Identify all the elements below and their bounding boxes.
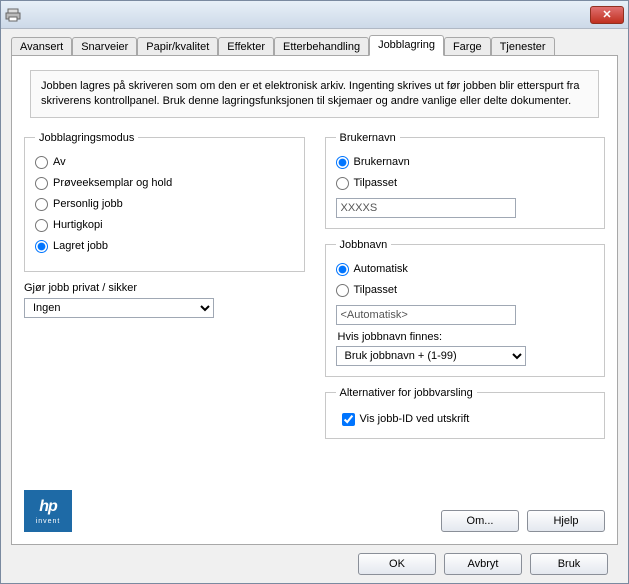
- hp-logo: hp invent: [24, 490, 72, 532]
- apply-button[interactable]: Bruk: [530, 553, 608, 575]
- radio-stored-job[interactable]: [35, 240, 48, 253]
- help-button[interactable]: Hjelp: [527, 510, 605, 532]
- about-button[interactable]: Om...: [441, 510, 519, 532]
- logo-brand: hp: [39, 498, 57, 516]
- tab-shortcuts[interactable]: Snarveier: [72, 37, 137, 56]
- radio-jobname-custom[interactable]: [336, 284, 349, 297]
- radio-label[interactable]: Brukernavn: [354, 156, 410, 168]
- private-label: Gjør jobb privat / sikker: [24, 282, 305, 294]
- radio-label[interactable]: Tilpasset: [354, 284, 398, 296]
- info-text-content: Jobben lagres på skriveren som om den er…: [41, 80, 579, 107]
- private-select[interactable]: Ingen: [24, 298, 214, 318]
- button-label: Avbryt: [468, 558, 499, 570]
- tab-label: Farge: [453, 41, 482, 53]
- tab-panel-job-storage: Jobben lagres på skriveren som om den er…: [11, 55, 618, 545]
- close-button[interactable]: ✕: [590, 6, 624, 24]
- print-properties-window: ✕ Avansert Snarveier Papir/kvalitet Effe…: [0, 0, 629, 584]
- group-legend: Jobblagringsmodus: [35, 132, 138, 144]
- cancel-button[interactable]: Avbryt: [444, 553, 522, 575]
- printer-icon: [5, 7, 21, 23]
- button-label: Bruk: [558, 558, 581, 570]
- group-legend: Brukernavn: [336, 132, 400, 144]
- radio-label[interactable]: Lagret jobb: [53, 240, 108, 252]
- button-label: Om...: [467, 515, 494, 527]
- radio-off[interactable]: [35, 156, 48, 169]
- radio-label[interactable]: Personlig jobb: [53, 198, 123, 210]
- group-jobname: Jobbnavn Automatisk Tilpasset Hvis jobbn…: [325, 239, 606, 377]
- titlebar: ✕: [1, 1, 628, 29]
- group-notify: Alternativer for jobbvarsling Vis jobb-I…: [325, 387, 606, 439]
- ok-button[interactable]: OK: [358, 553, 436, 575]
- left-column: Jobblagringsmodus Av Prøveeksemplar og h…: [24, 132, 305, 484]
- tab-label: Papir/kvalitet: [146, 41, 209, 53]
- group-legend: Jobbnavn: [336, 239, 392, 251]
- button-label: Hjelp: [553, 515, 578, 527]
- group-username: Brukernavn Brukernavn Tilpasset: [325, 132, 606, 229]
- radio-personal-job[interactable]: [35, 198, 48, 211]
- tab-finishing[interactable]: Etterbehandling: [274, 37, 369, 56]
- radio-username[interactable]: [336, 156, 349, 169]
- radio-label[interactable]: Av: [53, 156, 66, 168]
- radio-quick-copy[interactable]: [35, 219, 48, 232]
- tab-label: Tjenester: [500, 41, 546, 53]
- tab-label: Snarveier: [81, 41, 128, 53]
- jobname-exists-label: Hvis jobbnavn finnes:: [338, 331, 595, 343]
- tab-services[interactable]: Tjenester: [491, 37, 555, 56]
- right-column: Brukernavn Brukernavn Tilpasset Jobbnavn…: [325, 132, 606, 484]
- button-label: OK: [389, 558, 405, 570]
- group-storage-mode: Jobblagringsmodus Av Prøveeksemplar og h…: [24, 132, 305, 272]
- checkbox-label[interactable]: Vis jobb-ID ved utskrift: [360, 413, 470, 425]
- tab-effects[interactable]: Effekter: [218, 37, 274, 56]
- tab-label: Effekter: [227, 41, 265, 53]
- radio-label[interactable]: Hurtigkopi: [53, 219, 103, 231]
- tab-strip: Avansert Snarveier Papir/kvalitet Effekt…: [11, 35, 618, 56]
- dialog-button-row: OK Avbryt Bruk: [11, 545, 618, 575]
- checkbox-show-job-id[interactable]: [342, 413, 355, 426]
- tab-paper-quality[interactable]: Papir/kvalitet: [137, 37, 218, 56]
- close-icon: ✕: [602, 8, 611, 21]
- radio-label[interactable]: Tilpasset: [354, 177, 398, 189]
- tab-label: Etterbehandling: [283, 41, 360, 53]
- tab-job-storage[interactable]: Jobblagring: [369, 35, 444, 56]
- radio-username-custom[interactable]: [336, 177, 349, 190]
- logo-sub: invent: [36, 518, 61, 525]
- radio-proof-hold[interactable]: [35, 177, 48, 190]
- jobname-field[interactable]: [336, 305, 516, 325]
- tab-label: Jobblagring: [378, 39, 435, 51]
- radio-label[interactable]: Automatisk: [354, 263, 408, 275]
- radio-label[interactable]: Prøveeksemplar og hold: [53, 177, 172, 189]
- radio-jobname-auto[interactable]: [336, 263, 349, 276]
- tab-color[interactable]: Farge: [444, 37, 491, 56]
- jobname-exists-select[interactable]: Bruk jobbnavn + (1-99): [336, 346, 526, 366]
- tab-advanced[interactable]: Avansert: [11, 37, 72, 56]
- username-field[interactable]: [336, 198, 516, 218]
- tab-label: Avansert: [20, 41, 63, 53]
- info-text: Jobben lagres på skriveren som om den er…: [30, 70, 599, 118]
- group-legend: Alternativer for jobbvarsling: [336, 387, 477, 399]
